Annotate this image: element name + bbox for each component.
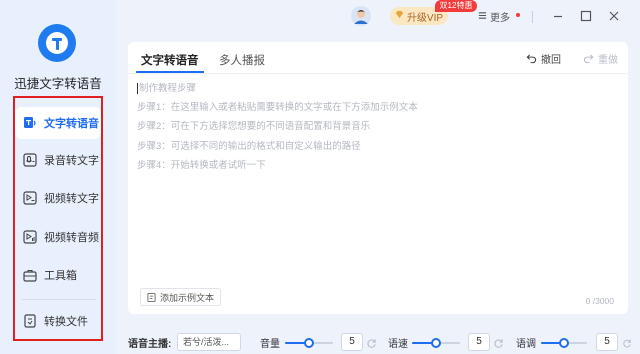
volume-label: 音量 [260,339,280,350]
speed-value[interactable]: 5 [468,333,490,351]
tutorial-title: 制作教程步骤 [139,83,197,94]
more-label: 更多 [490,13,510,24]
text-caret [137,82,138,94]
editor-panel: 文字转语音 多人播报 撤回 重做 制作教程步骤 步骤1：在这里输入或者粘贴需要转… [128,42,628,314]
video-to-text-icon [23,191,37,205]
pitch-slider[interactable] [541,338,587,348]
pitch-label: 语调 [516,339,536,350]
undo-icon [526,54,537,64]
reset-icon[interactable] [493,336,504,348]
app-logo [38,24,76,62]
more-menu-button[interactable]: 更多 [478,9,520,24]
tab-text-to-speech[interactable]: 文字转语音 [141,52,199,68]
sidebar-item-converted-files[interactable]: 转换文件 [15,305,101,337]
sidebar-item-label: 录音转文字 [44,155,99,167]
volume-value[interactable]: 5 [341,333,363,351]
undo-label: 撤回 [541,55,561,66]
notification-dot [516,12,520,17]
redo-label: 重做 [598,55,618,66]
reset-icon[interactable] [366,336,377,348]
toolbox-icon [23,268,37,282]
slider-handle[interactable] [304,338,314,348]
text-input-area[interactable]: 制作教程步骤 步骤1：在这里输入或者粘贴需要转换的文字或在下方添加示例文本 步骤… [137,79,617,175]
tabs-divider [128,73,628,74]
add-example-label: 添加示例文本 [160,292,215,303]
sidebar: 迅捷文字转语音 文字转语音 录音转文字 视频转文字 视频转音频 工具箱 转换文件 [0,0,116,354]
window-controls-divider [532,11,533,23]
tutorial-step: 步骤3：可选择不同的输出的格式和自定义输出的路径 [137,140,361,152]
pitch-value[interactable]: 5 [596,333,618,351]
speed-slider[interactable] [412,338,460,348]
tab-multi-speaker[interactable]: 多人播报 [219,52,265,68]
user-avatar[interactable] [351,6,371,26]
app-name: 迅捷文字转语音 [14,77,102,91]
text-to-speech-icon [23,116,37,130]
voice-anchor-label: 语音主播: [128,339,172,350]
sidebar-item-label: 文字转语音 [44,118,99,130]
video-to-audio-icon [23,230,37,244]
speed-label: 语速 [388,339,408,350]
minimize-icon[interactable] [550,8,566,24]
sidebar-item-label: 视频转音频 [44,232,99,244]
volume-slider[interactable] [285,338,333,348]
sidebar-item-text-to-speech[interactable]: 文字转语音 [15,107,101,139]
sidebar-item-video-to-audio[interactable]: 视频转音频 [15,221,101,253]
sidebar-item-toolbox[interactable]: 工具箱 [15,259,101,291]
redo-button[interactable]: 重做 [583,51,618,66]
recording-to-text-icon [23,153,37,167]
voice-anchor-select[interactable]: 若兮/活泼... [177,333,241,351]
tutorial-step: 步骤1：在这里输入或者粘贴需要转换的文字或在下方添加示例文本 [137,102,418,114]
sidebar-item-recording-to-text[interactable]: 录音转文字 [15,144,101,176]
sidebar-item-label: 视频转文字 [44,193,99,205]
sidebar-item-video-to-text[interactable]: 视频转文字 [15,182,101,214]
reset-icon[interactable] [622,336,632,348]
sidebar-divider [22,299,96,300]
slider-handle[interactable] [431,338,441,348]
diamond-icon [395,10,404,22]
active-tab-indicator [136,71,204,73]
menu-icon [478,11,487,23]
undo-button[interactable]: 撤回 [526,51,561,66]
sidebar-item-label: 转换文件 [44,316,88,328]
maximize-icon[interactable] [578,8,594,24]
close-icon[interactable] [606,8,622,24]
tutorial-step: 步骤4：开始转换或者试听一下 [137,159,266,171]
slider-handle[interactable] [559,338,569,348]
sidebar-item-label: 工具箱 [44,270,77,282]
character-count: 0 /3000 [585,296,614,306]
promo-badge: 双12特惠 [435,0,477,12]
add-example-text-button[interactable]: 添加示例文本 [140,288,222,306]
converted-files-icon [23,314,37,328]
tutorial-step: 步骤2：可在下方选择您想要的不同语音配置和背景音乐 [137,121,371,133]
redo-icon [583,54,594,64]
document-icon [147,292,156,302]
